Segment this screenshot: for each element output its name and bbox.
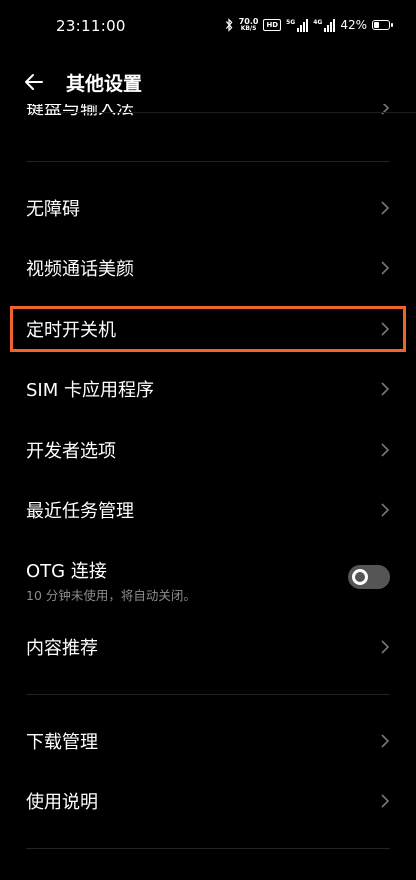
list-item-scheduled-power[interactable]: 定时开关机	[0, 299, 416, 359]
status-bar: 23:11:00 70.0 KB/S HD 5G 4G 42%	[0, 0, 416, 56]
list-item-video-call-beauty[interactable]: 视频通话美颜	[0, 238, 416, 298]
list-item-label: 开发者选项	[26, 441, 116, 462]
otg-sublabel: 10 分钟未使用，将自动关闭。	[26, 588, 196, 603]
list-item-content-recommendation[interactable]: 内容推荐	[0, 617, 416, 677]
sim2-tag: 4G	[313, 18, 323, 26]
otg-toggle[interactable]	[348, 565, 390, 589]
hd-badge: HD	[263, 19, 282, 31]
list-item-label: 下载管理	[26, 732, 98, 753]
list-item-label: 无障碍	[26, 199, 80, 220]
section-divider	[26, 694, 390, 695]
sim1-tag: 5G	[286, 18, 296, 26]
status-time: 23:11:00	[56, 17, 126, 35]
chevron-right-icon	[380, 639, 390, 655]
chevron-right-icon	[380, 502, 390, 518]
list-item-label: 视频通话美颜	[26, 259, 134, 280]
chevron-right-icon	[380, 104, 390, 116]
toggle-knob	[352, 569, 368, 585]
section-divider	[26, 848, 390, 849]
otg-label: OTG 连接	[26, 561, 107, 582]
chevron-right-icon	[380, 200, 390, 216]
chevron-right-icon	[380, 381, 390, 397]
status-icons: 70.0 KB/S HD 5G 4G 42%	[224, 17, 393, 33]
battery-fill	[374, 22, 379, 28]
list-item-label: 最近任务管理	[26, 501, 134, 522]
back-arrow-icon[interactable]	[22, 70, 46, 94]
chevron-right-icon	[380, 733, 390, 749]
sim1-signal-icon: 5G	[286, 18, 309, 32]
battery-icon	[372, 20, 393, 30]
list-item-user-guide[interactable]: 使用说明	[0, 771, 416, 831]
list-item-developer-options[interactable]: 开发者选项	[0, 420, 416, 480]
header: 其他设置	[0, 58, 416, 108]
battery-percent: 42%	[340, 18, 367, 32]
list-item-otg: OTG 连接 10 分钟未使用，将自动关闭。	[0, 548, 416, 612]
section-divider	[26, 161, 390, 162]
page-title: 其他设置	[66, 73, 143, 95]
list-item-keyboard[interactable]: 键盘与输入法	[0, 104, 416, 126]
chevron-right-icon	[380, 442, 390, 458]
list-item-label: SIM 卡应用程序	[26, 380, 154, 401]
list-item-sim-apps[interactable]: SIM 卡应用程序	[0, 359, 416, 419]
network-speed-unit: KB/S	[240, 25, 257, 32]
network-speed-value: 70.0	[238, 17, 259, 26]
chevron-right-icon	[380, 793, 390, 809]
list-item-label: 定时开关机	[26, 320, 116, 341]
chevron-right-icon	[380, 260, 390, 276]
sim2-signal-icon: 4G	[313, 18, 336, 32]
list-item-label: 内容推荐	[26, 638, 98, 659]
list-item-accessibility[interactable]: 无障碍	[0, 178, 416, 238]
list-item-download-manager[interactable]: 下载管理	[0, 711, 416, 771]
list-item-label: 使用说明	[26, 792, 98, 813]
bluetooth-icon	[225, 18, 233, 32]
list-item-recent-tasks[interactable]: 最近任务管理	[0, 480, 416, 540]
header-divider	[56, 112, 416, 113]
network-speed: 70.0 KB/S	[238, 17, 259, 33]
chevron-right-icon	[380, 321, 390, 337]
